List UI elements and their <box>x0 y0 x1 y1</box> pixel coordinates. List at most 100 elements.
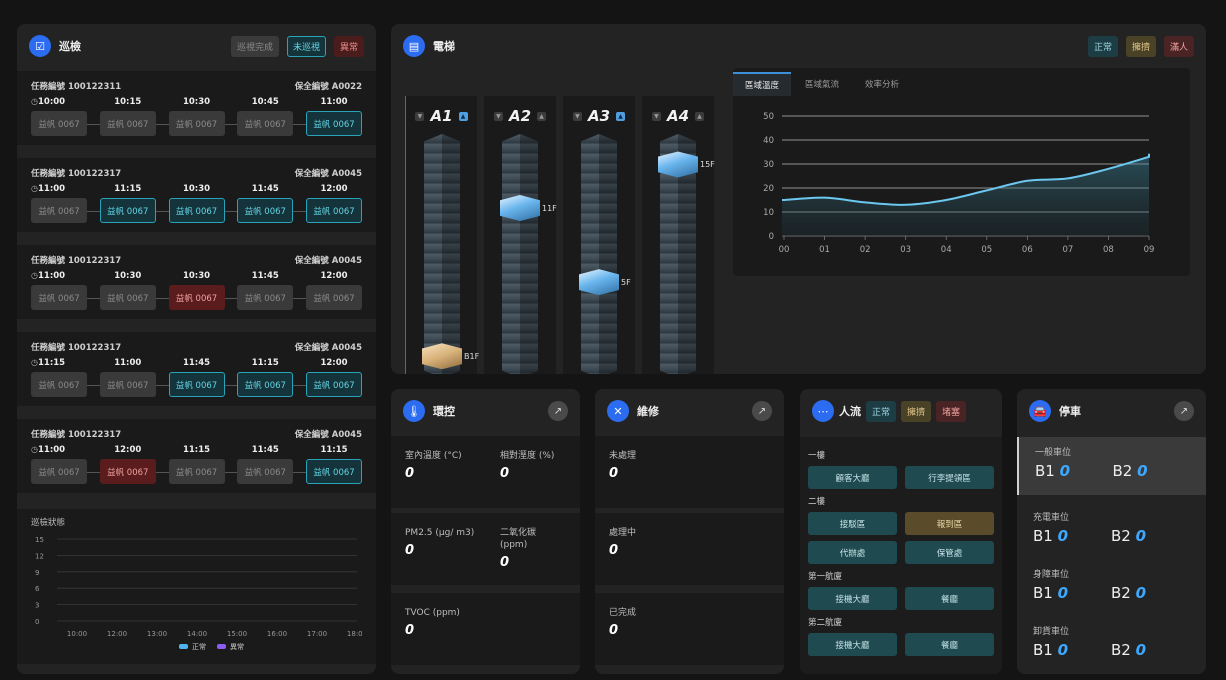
flow-area-button[interactable]: 代辦處 <box>808 541 897 564</box>
task-times: ◷10:00 10:15 10:30 10:45 11:00 <box>31 92 362 107</box>
status-chip-crowded[interactable]: 擁擠 <box>1125 35 1156 57</box>
checkpoint-box[interactable]: 益帆 0067 <box>168 285 225 310</box>
shaft-name: A2 <box>508 107 532 125</box>
status-chip-full[interactable]: 滿人 <box>1163 35 1194 57</box>
checkpoint-box[interactable]: 益帆 0067 <box>168 198 225 223</box>
flow-area-button[interactable]: 保管處 <box>905 541 994 564</box>
legend-chip-completed[interactable]: 巡視完成 <box>230 35 279 57</box>
tab-efficiency[interactable]: 效率分析 <box>853 72 911 96</box>
task-time: 11:00 <box>114 358 142 368</box>
checkpoint-box[interactable]: 益帆 0067 <box>31 372 87 397</box>
down-arrow-icon[interactable]: ▼ <box>493 111 503 121</box>
flow-area-button[interactable]: 顧客大廳 <box>808 466 897 489</box>
checkpoint-box[interactable]: 益帆 0067 <box>306 372 362 397</box>
down-arrow-icon[interactable]: ▼ <box>651 111 661 121</box>
x-tick-label: 14:00 <box>187 630 207 638</box>
elevator-shaft-a4[interactable]: ▼ A4 ▲ 15F <box>642 96 715 374</box>
patrol-task-card[interactable]: 任務編號 100122317 保全編號 A0045 ◷11:00 10:30 10:3… <box>17 245 376 319</box>
patrol-task-card[interactable]: 任務編號 100122317 保全編號 A0045 ◷11:00 12:00 11:1… <box>17 419 376 493</box>
parking-row[interactable]: 身障車位 B1 0 B2 0 <box>1017 559 1206 615</box>
tab-area-airflow[interactable]: 區域氣流 <box>793 72 851 96</box>
parking-expand-arrow-icon[interactable]: ↗ <box>1174 401 1194 421</box>
up-arrow-icon[interactable]: ▲ <box>616 111 626 121</box>
checkpoint-box[interactable]: 益帆 0067 <box>237 198 294 223</box>
env-expand-arrow-icon[interactable]: ↗ <box>548 401 568 421</box>
y-tick-label: 12 <box>35 552 44 560</box>
checkpoint-box[interactable]: 益帆 0067 <box>31 285 87 310</box>
parking-values: B1 0 B2 0 <box>1033 641 1190 659</box>
flow-area-button[interactable]: 接機大廳 <box>808 587 897 610</box>
x-tick-label: 03 <box>900 245 911 255</box>
unprocessed-label: 未處理 <box>609 451 637 461</box>
checkpoint-box[interactable]: 益帆 0067 <box>99 459 156 484</box>
checkpoint-box[interactable]: 益帆 0067 <box>237 459 294 484</box>
task-time: 12:00 <box>320 271 348 281</box>
flow-area-button[interactable]: 行李提領區 <box>905 466 994 489</box>
maint-unprocessed: 未處理 0 <box>595 436 784 508</box>
flow-area-button[interactable]: 報到區 <box>905 512 994 535</box>
flow-area-button[interactable]: 餐廳 <box>905 587 994 610</box>
task-time: ◷11:00 <box>31 184 66 194</box>
patrol-task-card[interactable]: 任務編號 100122317 保全編號 A0045 ◷11:15 11:00 11:4… <box>17 332 376 406</box>
maintenance-expand-arrow-icon[interactable]: ↗ <box>752 401 772 421</box>
car-icon: 🚘 <box>1029 400 1051 422</box>
env-row-3: TVOC (ppm) 0 <box>391 593 580 665</box>
patrol-task-card[interactable]: 任務編號 100122317 保全編號 A0045 ◷11:00 11:15 10:3… <box>17 158 376 232</box>
down-arrow-icon[interactable]: ▼ <box>572 111 582 121</box>
up-arrow-icon[interactable]: ▲ <box>458 111 468 121</box>
checkpoint-box[interactable]: 益帆 0067 <box>168 111 225 136</box>
legend-chip-pending[interactable]: 未巡視 <box>286 35 326 57</box>
status-chip-normal[interactable]: 正常 <box>1087 35 1118 57</box>
b1-label: B1 <box>1033 641 1053 659</box>
checkpoint-box[interactable]: 益帆 0067 <box>99 372 156 397</box>
checkpoint-box[interactable]: 益帆 0067 <box>99 198 156 223</box>
guard-number: 保全編號 A0022 <box>294 82 362 92</box>
checkpoint-box[interactable]: 益帆 0067 <box>237 372 294 397</box>
elevator-panel: ▤ 電梯 正常 擁擠 滿人 ▼ A1 ▲ B1F ▼ A2 ▲ 11F ▼ A3… <box>391 24 1206 374</box>
elevator-shaft-a1[interactable]: ▼ A1 ▲ B1F <box>405 96 480 374</box>
checkpoint-box[interactable]: 益帆 0067 <box>306 198 362 223</box>
shaft-header: ▼ A2 ▲ <box>484 96 556 136</box>
b1-count: 0 <box>1057 584 1069 602</box>
elevator-cab <box>422 343 462 370</box>
guard-number: 保全編號 A0045 <box>294 169 362 179</box>
checkpoint-box[interactable]: 益帆 0067 <box>168 372 225 397</box>
checkpoint-box[interactable]: 益帆 0067 <box>99 111 156 136</box>
elevator-shaft-a3[interactable]: ▼ A3 ▲ 5F <box>563 96 635 374</box>
floor-label: B1F <box>464 352 480 362</box>
floor-label: 15F <box>700 160 715 170</box>
checkpoint-box[interactable]: 益帆 0067 <box>306 459 362 484</box>
checkpoint-box[interactable]: 益帆 0067 <box>306 285 362 310</box>
parking-row[interactable]: 一般車位 B1 0 B2 0 <box>1017 437 1206 495</box>
checkpoint-box[interactable]: 益帆 0067 <box>31 111 87 136</box>
task-time: ◷11:15 <box>31 358 66 368</box>
checkpoint-box[interactable]: 益帆 0067 <box>306 111 362 136</box>
parking-title: 停車 <box>1059 405 1081 418</box>
tab-area-temperature[interactable]: 區域溫度 <box>733 72 792 96</box>
up-arrow-icon[interactable]: ▲ <box>695 111 705 121</box>
task-header: 任務編號 100122311 保全編號 A0022 <box>31 71 362 92</box>
y-tick-label: 20 <box>763 184 774 194</box>
checkpoint-box[interactable]: 益帆 0067 <box>31 459 87 484</box>
flow-chip-crowded[interactable]: 擁擠 <box>901 400 932 422</box>
parking-row[interactable]: 卸貨車位 B1 0 B2 0 <box>1017 616 1206 672</box>
task-number: 任務編號 100122317 <box>31 343 122 353</box>
down-arrow-icon[interactable]: ▼ <box>415 111 425 121</box>
flow-area-button[interactable]: 接駁區 <box>808 512 897 535</box>
patrol-task-card[interactable]: 任務編號 100122311 保全編號 A0022 ◷10:00 10:15 10:3… <box>17 71 376 145</box>
checkpoint-box[interactable]: 益帆 0067 <box>237 111 294 136</box>
legend-chip-abnormal[interactable]: 異常 <box>333 35 364 57</box>
flow-area-button[interactable]: 餐廳 <box>905 633 994 656</box>
task-number: 任務編號 100122317 <box>31 169 122 179</box>
elevator-shaft-a2[interactable]: ▼ A2 ▲ 11F <box>484 96 557 374</box>
parking-row[interactable]: 充電車位 B1 0 B2 0 <box>1017 502 1206 558</box>
flow-chip-blocked[interactable]: 堵塞 <box>936 400 967 422</box>
checkpoint-box[interactable]: 益帆 0067 <box>237 285 294 310</box>
up-arrow-icon[interactable]: ▲ <box>537 111 547 121</box>
checkpoint-box[interactable]: 益帆 0067 <box>168 459 225 484</box>
task-checkpoints: 益帆 0067 益帆 0067 益帆 0067 益帆 0067 益帆 0067 <box>31 368 362 397</box>
checkpoint-box[interactable]: 益帆 0067 <box>99 285 156 310</box>
flow-chip-normal[interactable]: 正常 <box>866 400 897 422</box>
checkpoint-box[interactable]: 益帆 0067 <box>31 198 87 223</box>
flow-area-button[interactable]: 接機大廳 <box>808 633 897 656</box>
